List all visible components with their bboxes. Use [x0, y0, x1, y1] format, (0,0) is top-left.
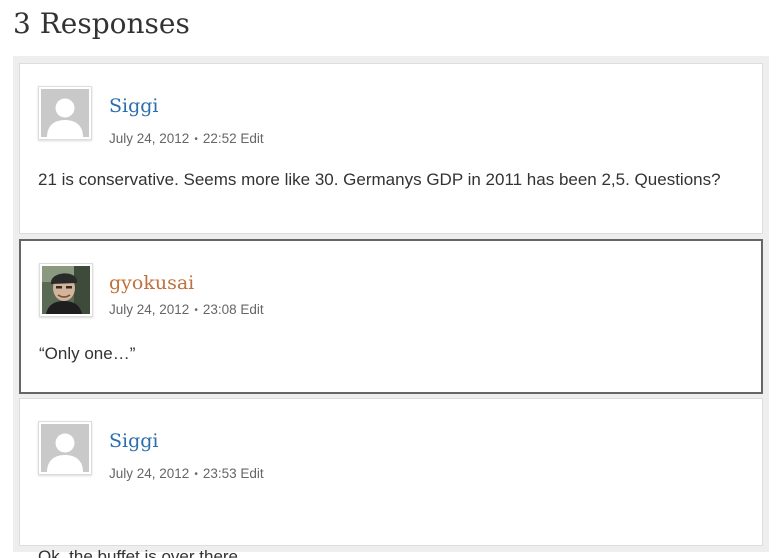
edit-link[interactable]: Edit — [240, 302, 263, 317]
edit-link[interactable]: Edit — [240, 466, 263, 481]
comment-time-link[interactable]: 23:53 — [203, 466, 237, 481]
comment-text: 21 is conservative. Seems more like 30. … — [38, 170, 721, 189]
comment: Siggi July 24, 2012 • 22:52 Edit 21 is con… — [19, 63, 763, 234]
comment-author-link[interactable]: Siggi — [109, 429, 159, 453]
edit-link[interactable]: Edit — [240, 131, 263, 146]
comment-time-link[interactable]: 23:08 — [203, 302, 237, 317]
comment-date-link[interactable]: July 24, 2012 — [109, 466, 189, 481]
comment-text: “Only one…” — [39, 344, 136, 363]
comment: Siggi July 24, 2012 • 23:53 Edit Ok, the b… — [19, 398, 763, 558]
default-avatar-icon[interactable] — [38, 421, 92, 475]
comment-highlighted: gyokusai July 24, 2012 • 23:08 Edit “Only … — [19, 239, 763, 394]
comment-meta: July 24, 2012 • 23:53 Edit — [109, 465, 264, 484]
comment-list: Siggi July 24, 2012 • 22:52 Edit 21 is con… — [13, 56, 769, 558]
comment-meta: July 24, 2012 • 22:52 Edit — [109, 130, 264, 149]
meta-separator: • — [194, 134, 198, 145]
comment-text: Ok, the buffet is over there. — [38, 547, 243, 558]
default-avatar-icon-graphic — [41, 424, 89, 472]
comment-date-link[interactable]: July 24, 2012 — [109, 302, 189, 317]
comment-meta: July 24, 2012 • 23:08 Edit — [109, 301, 264, 320]
comment-date: July 24, 2012 — [109, 302, 190, 317]
meta-separator: • — [194, 305, 198, 316]
meta-separator: • — [194, 469, 198, 480]
default-avatar-icon-graphic — [41, 89, 89, 137]
comment-author-link[interactable]: gyokusai — [109, 271, 194, 295]
comments-heading: 3 Responses — [13, 7, 190, 40]
comment-date: July 24, 2012 — [109, 466, 190, 481]
default-avatar-icon[interactable] — [38, 86, 92, 140]
comment-author-link[interactable]: Siggi — [109, 94, 159, 118]
user-photo-avatar — [42, 266, 90, 314]
comment-date: July 24, 2012 — [109, 131, 190, 146]
comment-date-link[interactable]: July 24, 2012 — [109, 131, 189, 146]
comment-time-link[interactable]: 22:52 — [203, 131, 237, 146]
user-avatar[interactable] — [39, 263, 93, 317]
